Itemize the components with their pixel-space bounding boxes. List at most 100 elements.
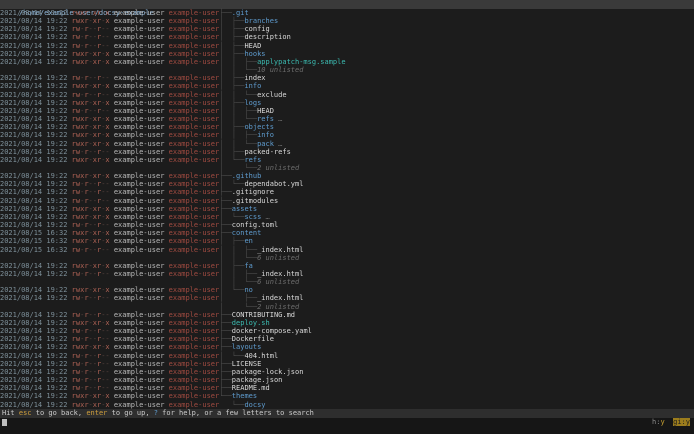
entry-name[interactable]: .github — [232, 172, 262, 180]
tree-row[interactable]: 2021/08/14 19:22 rw-r--r-- example-user … — [0, 311, 694, 319]
entry-name[interactable]: packed-refs — [244, 148, 290, 156]
entry-name[interactable]: 6 unlisted — [257, 254, 299, 262]
tree-row[interactable]: 2021/08/15 16:32 rwxr-xr-x example-user … — [0, 229, 694, 237]
permissions: rw-r--r-- — [71, 359, 110, 368]
file-meta: 2021/08/14 19:22 rw-r--r-- example-user … — [0, 148, 219, 156]
tree-row[interactable]: │ │ └──10 unlisted — [0, 66, 694, 74]
entry-name[interactable]: refs — [244, 156, 261, 164]
entry-name[interactable]: package-lock.json — [232, 368, 304, 376]
entry-name[interactable]: pack — [257, 140, 274, 148]
modified-date: 2021/08/14 19:22 — [0, 90, 72, 99]
entry-name[interactable]: HEAD — [257, 107, 274, 115]
tree-row[interactable]: 2021/08/14 19:22 rwxr-xr-x example-user … — [0, 115, 694, 123]
entry-name[interactable]: 6 unlisted — [257, 278, 299, 286]
tree-row[interactable]: 2021/08/14 19:22 rw-r--r-- example-user … — [0, 197, 694, 205]
tree-row[interactable]: │ └──2 unlisted — [0, 164, 694, 172]
tree-row[interactable]: 2021/08/14 19:22 rwxr-xr-x example-user … — [0, 82, 694, 90]
tree-row[interactable]: 2021/08/14 19:22 rw-r--r-- example-user … — [0, 335, 694, 343]
entry-name[interactable]: .gitignore — [232, 188, 274, 196]
entry-name[interactable]: docsy — [244, 401, 265, 409]
tree-row[interactable]: 2021/08/14 19:22 rwxr-xr-x example-user … — [0, 401, 694, 409]
tree-row[interactable]: 2021/08/14 19:22 rw-r--r-- example-user … — [0, 360, 694, 368]
entry-name[interactable]: CONTRIBUTING.md — [232, 311, 295, 319]
tree-row[interactable]: 2021/08/14 19:22 rwxr-xr-x example-user … — [0, 343, 694, 351]
tree-row[interactable]: 2021/08/14 19:22 rw-r--r-- example-user … — [0, 91, 694, 99]
tree-row[interactable]: 2021/08/14 19:22 rwxr-xr-x example-user … — [0, 213, 694, 221]
tree-row[interactable]: 2021/08/14 19:22 rwxr-xr-x example-user … — [0, 205, 694, 213]
tree-row[interactable]: 2021/08/14 19:22 rwxr-xr-x example-user … — [0, 319, 694, 327]
entry-name[interactable]: info — [244, 82, 261, 90]
tree-row[interactable]: 2021/08/14 19:22 rwxr-xr-x example-user … — [0, 17, 694, 25]
entry-name[interactable]: themes — [232, 392, 257, 400]
entry-name[interactable]: branches — [244, 17, 278, 25]
entry-name[interactable]: hooks — [244, 50, 265, 58]
entry-name[interactable]: 2 unlisted — [257, 164, 299, 172]
entry-name[interactable]: 10 unlisted — [257, 66, 303, 74]
entry-name[interactable]: _index.html — [257, 294, 303, 302]
entry-name[interactable]: info — [257, 131, 274, 139]
entry-name[interactable]: package.json — [232, 376, 283, 384]
tree-row[interactable]: 2021/08/14 19:22 rwxr-xr-x example-user … — [0, 262, 694, 270]
tree-row[interactable]: 2021/08/14 19:22 rw-r--r-- example-user … — [0, 180, 694, 188]
tree-row[interactable]: 2021/08/14 19:22 rwxr-xr-x example-user … — [0, 172, 694, 180]
tree-row[interactable]: 2021/08/14 19:22 rwxr-xr-x example-user … — [0, 140, 694, 148]
tree-row[interactable]: 2021/08/14 19:22 rw-r--r-- example-user … — [0, 327, 694, 335]
tree-row[interactable]: │ └──2 unlisted — [0, 303, 694, 311]
entry-name[interactable]: objects — [244, 123, 274, 131]
entry-name[interactable]: HEAD — [244, 42, 261, 50]
entry-name[interactable]: LICENSE — [232, 360, 262, 368]
entry-name[interactable]: scss — [244, 213, 261, 221]
tree-row[interactable]: 2021/08/14 19:22 rwxr-xr-x example-user … — [0, 99, 694, 107]
search-input-line[interactable]: h:y gi:y — [0, 418, 694, 434]
tree-row[interactable]: 2021/08/14 19:22 rwxr-xr-x example-user … — [0, 9, 694, 17]
tree-row[interactable]: 2021/08/14 19:22 rw-r--r-- example-user … — [0, 376, 694, 384]
tree-row[interactable]: │ │ └──6 unlisted — [0, 254, 694, 262]
tree-row[interactable]: 2021/08/14 19:22 rwxr-xr-x example-user … — [0, 286, 694, 294]
tree-row[interactable]: 2021/08/14 19:22 rw-r--r-- example-user … — [0, 294, 694, 302]
tree-row[interactable]: 2021/08/14 19:22 rwxr-xr-x example-user … — [0, 123, 694, 131]
tree-row[interactable]: 2021/08/14 19:22 rw-r--r-- example-user … — [0, 270, 694, 278]
group: example-user — [168, 74, 220, 83]
entry-name[interactable]: assets — [232, 205, 257, 213]
entry-name[interactable]: README.md — [232, 384, 270, 392]
tree-row[interactable]: 2021/08/14 19:22 rwxr-xr-x example-user … — [0, 58, 694, 66]
entry-name[interactable]: en — [244, 237, 252, 245]
tree-row[interactable]: 2021/08/15 16:32 rwxr-xr-x example-user … — [0, 237, 694, 245]
entry-name[interactable]: config.toml — [232, 221, 278, 229]
tree-row[interactable]: 2021/08/14 19:22 rw-r--r-- example-user … — [0, 74, 694, 82]
tree-row[interactable]: 2021/08/14 19:22 rwxr-xr-x example-user … — [0, 50, 694, 58]
entry-name[interactable]: logs — [244, 99, 261, 107]
tree-row[interactable]: 2021/08/14 19:22 rw-r--r-- example-user … — [0, 33, 694, 41]
entry-name[interactable]: deploy.sh — [232, 319, 270, 327]
tree-row[interactable]: 2021/08/14 19:22 rw-r--r-- example-user … — [0, 42, 694, 50]
entry-name[interactable]: _index.html — [257, 246, 303, 254]
status-hint-bar: Hit esc to go back, enter to go up, ? fo… — [0, 409, 694, 418]
tree-row[interactable]: 2021/08/14 19:22 rw-r--r-- example-user … — [0, 107, 694, 115]
tree-row[interactable]: 2021/08/14 19:22 rwxr-xr-x example-user … — [0, 131, 694, 139]
tree-row[interactable]: 2021/08/14 19:22 rw-r--r-- example-user … — [0, 368, 694, 376]
entry-name[interactable]: 404.html — [244, 352, 278, 360]
entry-name[interactable]: .git — [232, 9, 249, 17]
entry-name[interactable]: 2 unlisted — [257, 303, 299, 311]
tree-row[interactable]: 2021/08/14 19:22 rw-r--r-- example-user … — [0, 188, 694, 196]
entry-name[interactable]: refs — [257, 115, 274, 123]
owner: example-user — [113, 204, 169, 213]
entry-name[interactable]: fa — [244, 262, 252, 270]
tree-row[interactable]: 2021/08/14 19:22 rw-r--r-- example-user … — [0, 25, 694, 33]
tree-row[interactable]: 2021/08/14 19:22 rw-r--r-- example-user … — [0, 384, 694, 392]
tree-row[interactable]: 2021/08/14 19:22 rw-r--r-- example-user … — [0, 352, 694, 360]
tree-row[interactable]: 2021/08/14 19:22 rw-r--r-- example-user … — [0, 148, 694, 156]
entry-name[interactable]: layouts — [232, 343, 262, 351]
tree-row[interactable]: 2021/08/14 19:22 rw-r--r-- example-user … — [0, 221, 694, 229]
tree-row[interactable]: 2021/08/14 19:22 rwxr-xr-x example-user … — [0, 392, 694, 400]
entry-name[interactable]: exclude — [257, 91, 287, 99]
entry-name[interactable]: docker-compose.yaml — [232, 327, 312, 335]
entry-name[interactable]: _index.html — [257, 270, 303, 278]
tree-branch-lines: │ ├── — [219, 294, 258, 303]
tree-row[interactable]: 2021/08/14 19:22 rwxr-xr-x example-user … — [0, 156, 694, 164]
entry-name[interactable]: .gitmodules — [232, 197, 278, 205]
tree-row[interactable]: 2021/08/15 16:32 rw-r--r-- example-user … — [0, 246, 694, 254]
tree-row[interactable]: │ │ └──6 unlisted — [0, 278, 694, 286]
entry-name[interactable]: applypatch-msg.sample — [257, 58, 346, 66]
entry-name[interactable]: description — [244, 33, 290, 41]
